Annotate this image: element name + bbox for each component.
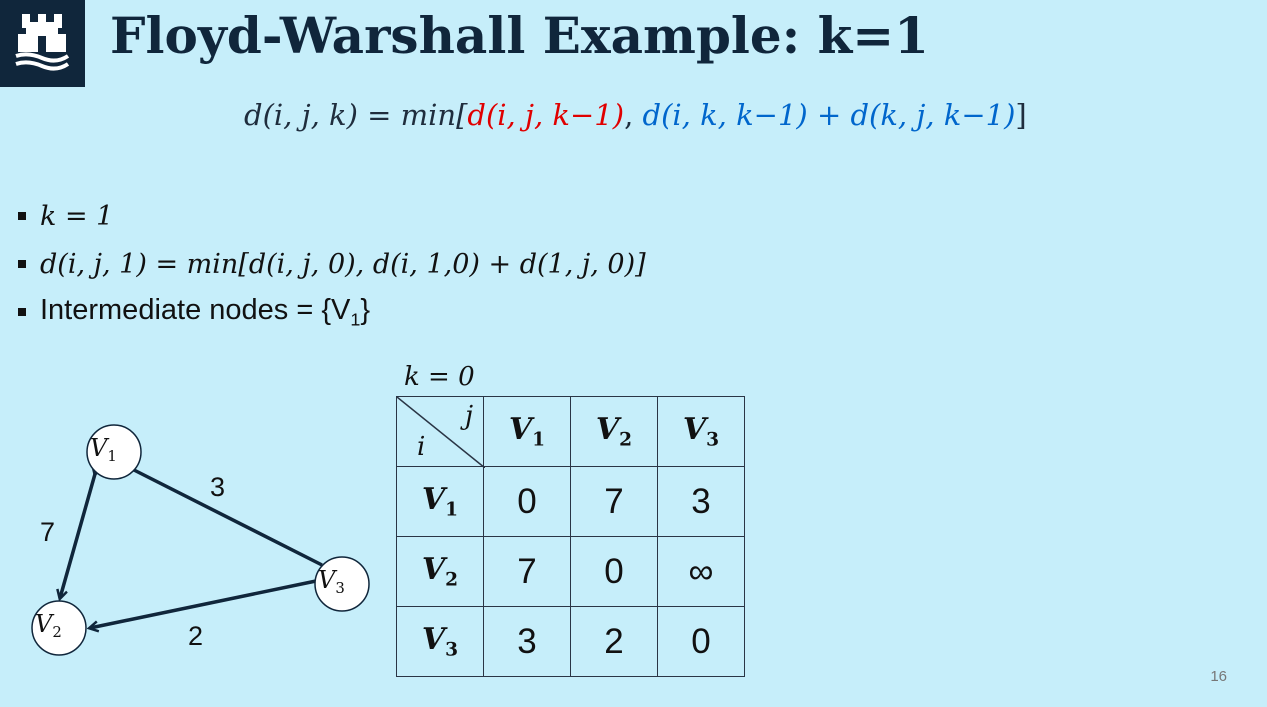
node-label-base: V: [90, 434, 108, 462]
table-cell: 7: [483, 536, 571, 607]
header-sub: 3: [445, 639, 459, 661]
formula-blue-term: d(i, k, k−1) + d(k, j, k−1): [642, 98, 1016, 132]
column-header: V2: [570, 396, 658, 467]
table-cell: 7: [570, 466, 658, 537]
edge-weight-v3-v2: 2: [188, 621, 204, 651]
table-row: V2 7 0 ∞: [396, 536, 745, 607]
header-sub: 1: [532, 429, 546, 451]
edge-weight-v1-v3: 3: [210, 472, 226, 502]
page-number: 16: [1210, 668, 1227, 685]
table-cell: 0: [657, 606, 745, 677]
table-cell: 0: [483, 466, 571, 537]
table-row: V3 3 2 0: [396, 606, 745, 677]
header-base: V: [421, 622, 446, 658]
column-header: V3: [657, 396, 745, 467]
row-header: V2: [396, 536, 484, 607]
header-base: V: [682, 412, 707, 448]
header-base: V: [595, 412, 620, 448]
formula-red-term: d(i, j, k−1): [467, 98, 625, 132]
formula-separator: ,: [624, 98, 643, 132]
header-base: V: [508, 412, 533, 448]
header-base: V: [421, 482, 446, 518]
table-cell: 2: [570, 606, 658, 677]
table-caption: k = 0: [404, 362, 475, 392]
table-cell: 3: [483, 606, 571, 677]
node-label-v1: V1: [90, 434, 117, 465]
table-header-row: j i V1 V2 V3: [396, 396, 745, 468]
header-sub: 1: [445, 499, 459, 521]
header-base: V: [421, 552, 446, 588]
header-sub: 2: [445, 569, 459, 591]
table-cell: ∞: [657, 536, 745, 607]
node-label-base: V: [318, 566, 336, 594]
edge-v1-v3: [133, 468, 323, 567]
row-axis-label: i: [417, 432, 426, 462]
table-cell: 0: [570, 536, 658, 607]
column-axis-label: j: [464, 401, 473, 431]
node-label-sub: 2: [52, 623, 62, 642]
row-header: V3: [396, 606, 484, 677]
formula-close: ]: [1015, 98, 1027, 132]
graph-diagram: [31, 424, 370, 656]
row-header: V1: [396, 466, 484, 537]
node-label-sub: 1: [107, 447, 117, 466]
header-sub: 3: [706, 429, 720, 451]
node-label-v3: V3: [318, 566, 345, 597]
node-label-sub: 3: [335, 579, 345, 598]
edge-weight-v1-v2: 7: [40, 517, 56, 547]
node-label-v2: V2: [35, 610, 62, 641]
table-row: V1 0 7 3: [396, 466, 745, 537]
column-header: V1: [483, 396, 571, 467]
edge-v1-v2: [60, 474, 95, 598]
table-cell: 3: [657, 466, 745, 537]
header-sub: 2: [619, 429, 633, 451]
table-corner-cell: j i: [396, 396, 485, 468]
distance-matrix: j i V1 V2 V3 V1 0 7 3 V2 7 0 ∞ V3 3 2 0: [396, 396, 745, 677]
node-label-base: V: [35, 610, 53, 638]
